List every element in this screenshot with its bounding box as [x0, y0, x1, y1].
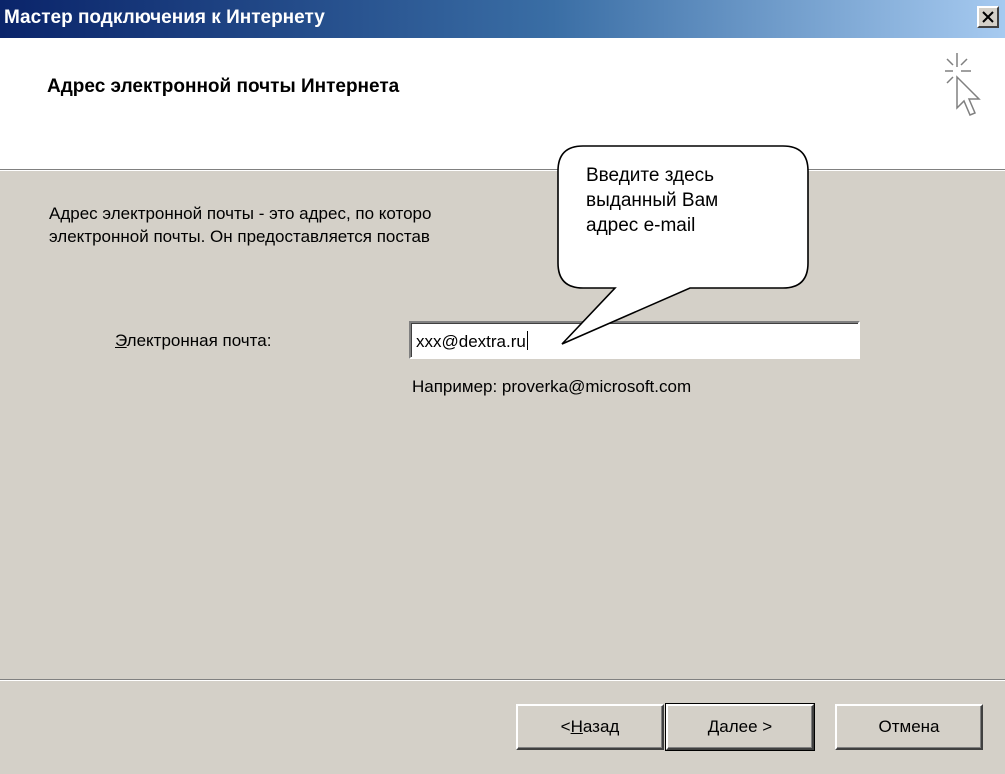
email-field[interactable]: xxx@dextra.ru	[409, 321, 860, 359]
email-label: Электронная почта:	[115, 331, 271, 351]
next-button-mnemonic: Д	[707, 717, 720, 736]
close-icon	[982, 11, 994, 23]
callout-text: Введите здесь выданный Вам адрес e-mail	[586, 163, 806, 238]
callout-line2: выданный Вам	[586, 190, 719, 211]
title-bar: Мастер подключения к Интернету	[0, 0, 1005, 38]
back-button[interactable]: < Назад	[516, 704, 664, 750]
back-button-label: азад	[582, 717, 620, 736]
back-button-mnemonic: Н	[570, 717, 583, 736]
wizard-header: Адрес электронной почты Интернета	[0, 38, 1005, 169]
back-button-prefix: <	[560, 717, 571, 736]
wizard-cursor-icon	[945, 53, 981, 116]
email-value-text: xxx@dextra.ru	[416, 332, 526, 351]
description-line1: Адрес электронной почты - это адрес, по …	[49, 204, 432, 223]
email-label-mnemonic: Э	[115, 331, 127, 350]
cancel-button[interactable]: Отмена	[835, 704, 983, 750]
next-button-label: алее >	[719, 717, 773, 736]
callout-line1: Введите здесь	[586, 165, 715, 186]
header-separator-highlight	[0, 170, 1005, 171]
footer-separator-highlight	[0, 680, 1005, 681]
email-label-text: лектронная почта:	[126, 331, 272, 350]
email-field-value: xxx@dextra.ru	[416, 331, 528, 352]
description-text: Адрес электронной почты - это адрес, по …	[49, 202, 979, 248]
callout-line3: адрес e-mail	[586, 215, 696, 236]
email-example: Например: proverka@microsoft.com	[412, 377, 692, 396]
page-title: Адрес электронной почты Интернета	[47, 76, 400, 97]
description-line2: электронной почты. Он предоставляется по…	[49, 227, 430, 246]
window-title: Мастер подключения к Интернету	[4, 7, 325, 28]
cancel-button-label: Отмена	[878, 717, 940, 736]
close-button[interactable]	[977, 6, 999, 28]
next-button[interactable]: Далее >	[665, 703, 815, 751]
text-caret	[526, 331, 528, 350]
